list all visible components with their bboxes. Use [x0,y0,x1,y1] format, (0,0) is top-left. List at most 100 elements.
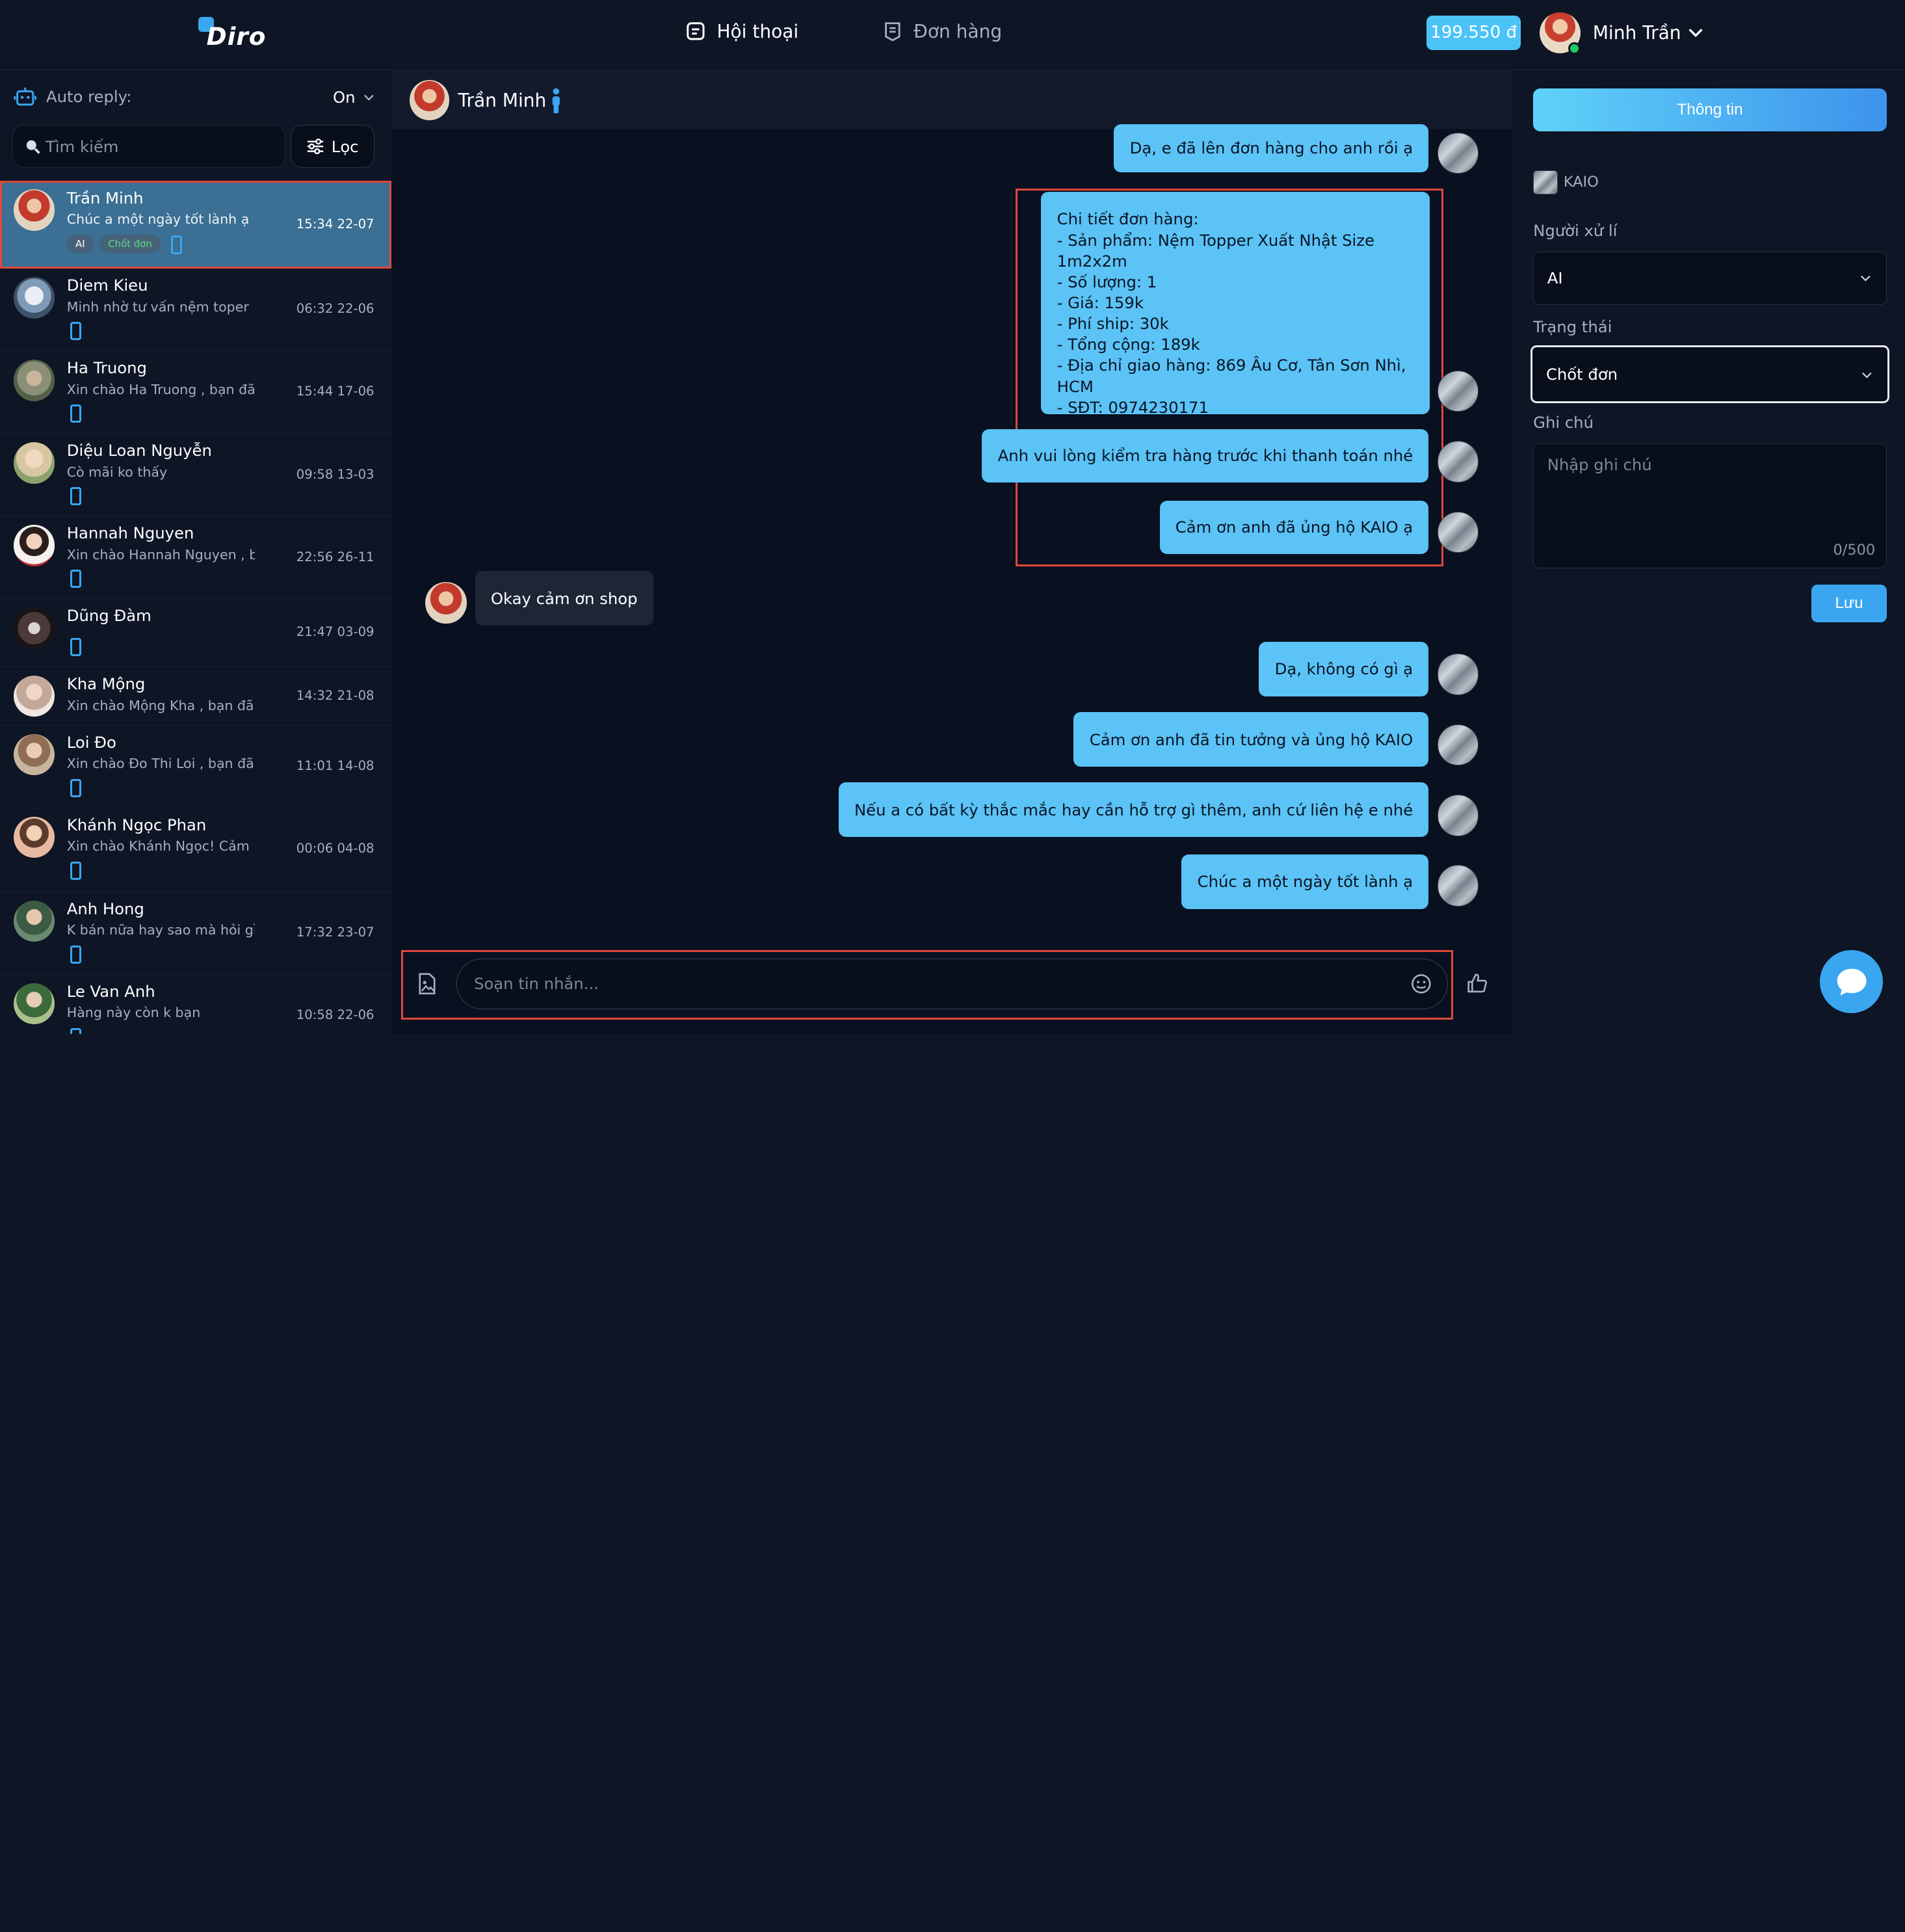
chat-icon [687,22,705,40]
filter-button[interactable]: Lọc [290,125,374,168]
timestamp: 14:32 21-08 [296,687,374,703]
contact-name: Loi Đo [66,732,116,752]
handler-value: AI [1547,269,1563,288]
message-bubble-outgoing: Cảm ơn anh đã tin tưởng và ủng hộ KAIO [1073,711,1429,767]
timestamp: 11:01 14-08 [296,758,374,773]
attach-image-icon[interactable] [417,973,437,995]
message-preview: Hàng này còn k bạn [66,1005,201,1021]
conversation-item[interactable]: Diem Kieu Minh nhờ tư vấn nệm toper 06:3… [0,268,391,351]
message-bubble-outgoing: Nếu a có bất kỳ thắc mắc hay cần hỗ trợ … [838,782,1429,838]
bot-avatar [1437,132,1479,174]
avatar [13,816,55,858]
conversation-item[interactable]: Dũng Đàm 21:47 03-09 [0,599,391,667]
bot-avatar [1437,370,1479,412]
phone-icon [70,778,82,797]
phone-icon [171,235,183,254]
conversation-item[interactable]: Loi Đo Xin chào Đo Thi Loi , bạn đã ... … [0,725,391,808]
auto-reply-toggle[interactable]: On [333,88,374,107]
conversation-item[interactable]: Diệu Loan Nguyễn Cò mãi ko thấy 09:58 13… [0,434,391,517]
info-tab-button[interactable]: Thông tin [1533,88,1887,131]
phone-icon [70,570,82,589]
app-window: Diro Hội thoại Đơn hàng 199.550 đ Minh T… [0,0,1905,1035]
chevron-down-icon[interactable] [1687,24,1704,41]
phone-icon [70,487,82,506]
message-preview: K bán nữa hay sao mà hỏi gì... [66,922,256,938]
phone-icon [70,1027,82,1035]
handler-label: Người xử lí [1533,221,1618,241]
message-bubble-outgoing: Chúc a một ngày tốt lành ạ [1181,854,1429,909]
nav-orders[interactable]: Đơn hàng [882,20,1003,42]
avatar [13,675,55,717]
message-bubble-incoming: Okay cảm ơn shop [475,571,653,626]
ai-badge: AI [66,234,94,253]
message-input[interactable] [473,974,1398,994]
message-bubble-outgoing: Cảm ơn anh đã ủng hộ KAIO ạ [1159,500,1429,555]
message-preview: Minh nhờ tư vấn nệm toper [66,298,249,315]
conversation-item[interactable]: Ha Truong Xin chào Ha Truong , bạn đã ..… [0,351,391,434]
bot-avatar [1437,654,1479,695]
contact-name: Trần Minh [66,188,144,207]
phone-icon [70,404,82,423]
note-textarea[interactable] [1534,444,1885,567]
save-button[interactable]: Lưu [1811,584,1887,622]
orders-icon [884,22,900,42]
nav-orders-label: Đơn hàng [913,20,1003,42]
search-icon [27,140,41,154]
chat-support-button[interactable] [1820,950,1884,1014]
timestamp: 10:58 22-06 [296,1007,374,1022]
conversation-item[interactable]: Hannah Nguyen Xin chào Hannah Nguyen , b… [0,516,391,600]
app-logo[interactable]: Diro [207,22,267,51]
chat-area: Trần Minh Dạ, e đã lên đơn hàng cho anh … [391,70,1512,1035]
info-panel: Thông tin KAIO Người xử lí AI Trạng thái… [1511,70,1905,1035]
timestamp: 00:06 04-08 [296,841,374,856]
auto-reply: Auto reply: [13,85,132,109]
timestamp: 17:32 23-07 [296,924,374,940]
timestamp: 21:47 03-09 [296,624,374,640]
auto-reply-label: Auto reply: [46,87,132,107]
nav-conversations[interactable]: Hội thoại [685,21,798,42]
bot-avatar [1437,511,1479,553]
conversation-item[interactable]: Anh Hong K bán nữa hay sao mà hỏi gì... … [0,892,391,975]
user-name[interactable]: Minh Trần [1593,22,1681,44]
message-bubble-outgoing: Anh vui lòng kiểm tra hàng trước khi tha… [982,429,1429,483]
conversation-item[interactable]: Khánh Ngọc Phan Xin chào Khánh Ngọc! Cảm… [0,808,391,892]
contact-name: Diệu Loan Nguyễn [66,441,212,460]
thumbs-up-icon[interactable] [1466,972,1488,994]
status-badge: Chốt đơn [99,234,161,253]
avatar [13,277,55,319]
contact-avatar [409,80,450,120]
filter-label: Lọc [331,137,359,156]
phone-icon [70,322,82,341]
note-label: Ghi chú [1533,413,1594,432]
timestamp: 22:56 26-11 [296,549,374,564]
message-preview: Xin chào Khánh Ngọc! Cảm ... [66,838,256,854]
message-bubble-outgoing: Chi tiết đơn hàng: - Sản phẩm: Nệm Toppe… [1041,192,1430,438]
shop-name: KAIO [1563,174,1599,191]
conversation-item-active[interactable]: Trần Minh Chúc a một ngày tốt lành ạ 15:… [0,181,391,269]
emoji-icon[interactable] [1411,973,1432,994]
timestamp: 06:32 22-06 [296,301,374,317]
search-input[interactable] [46,137,277,156]
message-preview: Cò mãi ko thấy [66,464,168,480]
status-label: Trạng thái [1533,317,1612,336]
online-status-dot [1568,42,1581,55]
conversation-item[interactable]: Kha Mộng Xin chào Mộng Kha , bạn đã ... … [0,667,391,726]
contact-name: Diem Kieu [66,276,148,295]
conversation-item[interactable]: Le Van Anh Hàng này còn k bạn 10:58 22-0… [0,974,391,1035]
timestamp: 09:58 13-03 [296,466,374,482]
phone-icon [70,861,82,880]
chevron-down-icon [363,94,374,101]
balance-badge[interactable]: 199.550 đ [1426,16,1521,50]
contact-name: Le Van Anh [66,981,155,1001]
contact-name: Ha Truong [66,358,147,378]
note-char-counter: 0/500 [1833,541,1876,559]
status-select[interactable]: Chốt đơn [1531,345,1889,404]
shop-logo [1533,170,1558,194]
auto-reply-value: On [332,87,356,107]
timestamp: 15:34 22-07 [296,216,374,232]
message-composer [401,950,1453,1020]
note-box: 0/500 [1533,443,1887,569]
message-list: Dạ, e đã lên đơn hàng cho anh rồi ạ Chi … [391,124,1512,943]
phone-icon [70,637,82,656]
handler-select[interactable]: AI [1533,251,1887,305]
